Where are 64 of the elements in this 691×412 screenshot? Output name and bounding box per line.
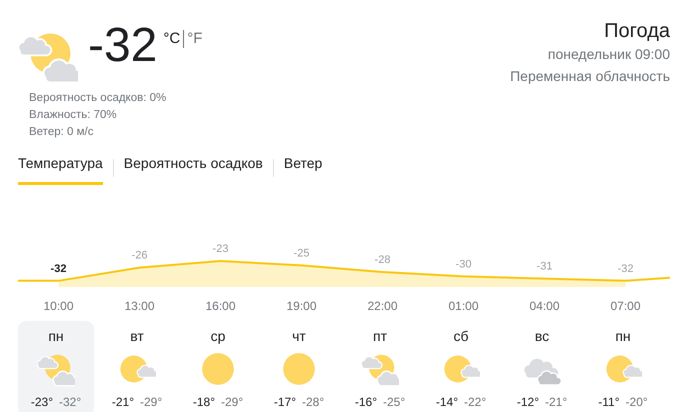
day-name: пн bbox=[615, 327, 631, 345]
weather-detail: Влажность: 70% bbox=[29, 108, 118, 123]
day-card[interactable]: вт -21° -29° bbox=[99, 321, 175, 412]
time-label: 10:00 bbox=[43, 298, 74, 315]
weather-time: понедельник 09:00 bbox=[548, 45, 670, 64]
data-label: -32 bbox=[618, 262, 634, 275]
weather-detail: Вероятность осадков: 0% bbox=[29, 91, 168, 106]
time-label: 19:00 bbox=[286, 298, 317, 315]
weather-detail: Ветер: 0 м/с bbox=[29, 125, 94, 140]
sun-icon bbox=[199, 350, 237, 388]
high-temperature: -23° bbox=[30, 394, 53, 411]
time-label: 04:00 bbox=[529, 298, 560, 315]
data-label: -23 bbox=[212, 243, 228, 255]
day-name: чт bbox=[292, 327, 306, 345]
low-temperature: -28° bbox=[302, 394, 324, 411]
line-lead-out bbox=[625, 276, 670, 282]
chart-tab[interactable]: Ветер bbox=[284, 151, 322, 185]
day-card[interactable]: вс -12° -21° bbox=[504, 321, 580, 412]
high-temperature: -11° bbox=[598, 394, 620, 411]
current-temperature: -32 bbox=[88, 18, 158, 74]
high-temperature: -17° bbox=[274, 394, 296, 411]
day-card[interactable]: пн -23° -32° bbox=[18, 321, 94, 412]
day-card[interactable]: ср -18° -29° bbox=[180, 321, 256, 412]
weather-title: Погода bbox=[604, 19, 670, 43]
low-temperature: -29° bbox=[221, 394, 244, 411]
low-temperature: -25° bbox=[383, 394, 406, 411]
day-name: пт bbox=[373, 327, 387, 345]
chart-tab[interactable]: Температура bbox=[18, 151, 103, 185]
data-label: -28 bbox=[374, 254, 390, 266]
data-label: -30 bbox=[456, 258, 472, 270]
day-name: ср bbox=[210, 327, 226, 345]
day-name: пн bbox=[48, 327, 64, 345]
high-temperature: -12° bbox=[516, 394, 539, 411]
high-temperature: -16° bbox=[354, 394, 377, 411]
sun-icon bbox=[280, 350, 318, 388]
low-temperature: -32° bbox=[59, 394, 82, 411]
day-card[interactable]: сб -14° -22° bbox=[423, 321, 499, 412]
low-temperature: -20° bbox=[626, 394, 648, 411]
day-name: сб bbox=[453, 327, 469, 345]
low-temperature: -21° bbox=[545, 394, 568, 411]
high-temperature: -21° bbox=[112, 394, 134, 411]
day-card[interactable]: пт -16° -25° bbox=[342, 321, 418, 412]
day-name: вт bbox=[130, 327, 144, 345]
low-temperature: -29° bbox=[140, 394, 162, 411]
unit-toggle[interactable]: °C bbox=[163, 28, 180, 50]
day-name: вс bbox=[534, 327, 550, 345]
time-label: 16:00 bbox=[205, 298, 236, 315]
day-card[interactable]: пн -11° -20° bbox=[585, 321, 661, 412]
low-temperature: -22° bbox=[464, 394, 486, 411]
day-card[interactable]: чт -17° -28° bbox=[261, 321, 337, 412]
unit-toggle[interactable]: °F bbox=[187, 28, 202, 50]
data-label: -25 bbox=[294, 247, 310, 260]
chart-tab[interactable]: Вероятность осадков bbox=[124, 151, 263, 185]
time-label: 22:00 bbox=[367, 298, 398, 315]
data-label: -26 bbox=[132, 250, 148, 262]
time-label: 01:00 bbox=[448, 298, 479, 315]
weather-condition: Переменная облачность bbox=[510, 67, 670, 86]
high-temperature: -18° bbox=[192, 394, 215, 411]
data-label: -32 bbox=[50, 262, 66, 275]
time-label: 07:00 bbox=[610, 298, 641, 315]
time-label: 13:00 bbox=[124, 298, 155, 315]
high-temperature: -14° bbox=[436, 394, 458, 411]
line-lead-in bbox=[18, 280, 58, 282]
data-label: -31 bbox=[536, 260, 552, 273]
